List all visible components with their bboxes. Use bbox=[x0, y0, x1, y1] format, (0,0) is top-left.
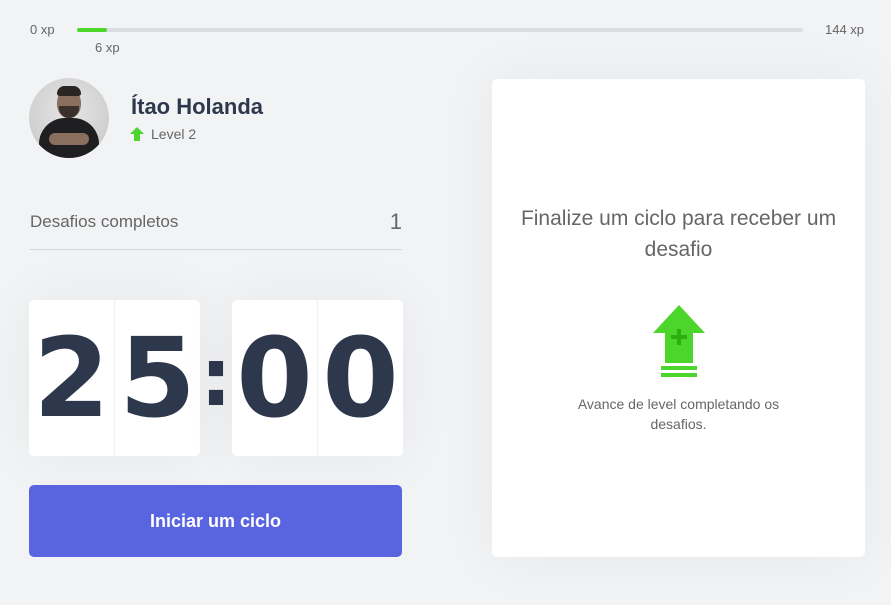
minute-digit-left: 2 bbox=[29, 300, 115, 456]
second-digit-left: 0 bbox=[232, 300, 318, 456]
level-label: Level 2 bbox=[151, 126, 197, 142]
minutes-card: 2 5 bbox=[29, 300, 200, 456]
completed-challenges-count: 1 bbox=[389, 209, 402, 234]
completed-challenges-label: Desafios completos bbox=[30, 212, 179, 231]
completed-challenges: Desafios completos 1 bbox=[29, 197, 402, 250]
profile: Ítao Holanda Level 2 bbox=[29, 78, 409, 160]
countdown: 2 5 : 0 0 bbox=[29, 300, 403, 456]
challenge-box: Finalize um ciclo para receber um desafi… bbox=[492, 79, 865, 557]
xp-track bbox=[77, 28, 803, 32]
challenge-box-description: Avance de level completando os desafios. bbox=[577, 396, 780, 432]
xp-fill bbox=[77, 28, 108, 32]
xp-min-label: 0 xp bbox=[30, 22, 55, 37]
profile-name: Ítao Holanda bbox=[131, 94, 264, 119]
profile-level: Level 2 bbox=[129, 126, 196, 142]
avatar bbox=[29, 78, 109, 158]
level-up-icon bbox=[653, 305, 705, 377]
minute-digit-right: 5 bbox=[119, 314, 196, 442]
challenge-box-title: Finalize um ciclo para receber um desafi… bbox=[520, 207, 837, 261]
xp-current-label: 6 xp bbox=[95, 40, 120, 55]
seconds-card: 0 0 bbox=[232, 300, 403, 456]
level-up-arrow-icon bbox=[130, 127, 144, 141]
start-cycle-button[interactable]: Iniciar um ciclo bbox=[29, 485, 402, 557]
experience-bar: 0 xp 6 xp 144 xp bbox=[0, 0, 891, 60]
second-digit-right: 0 bbox=[322, 314, 399, 442]
countdown-separator: : bbox=[200, 331, 232, 424]
xp-max-label: 144 xp bbox=[825, 22, 865, 37]
